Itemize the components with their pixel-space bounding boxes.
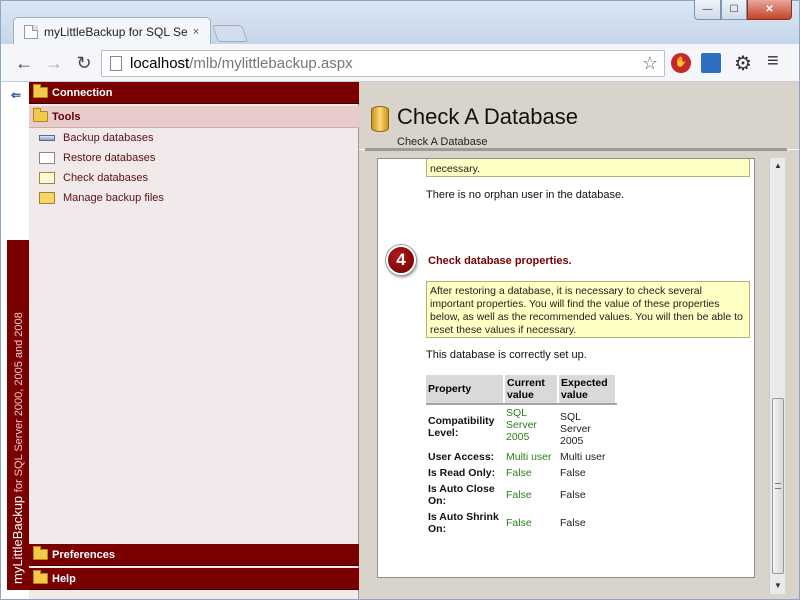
url-host: localhost bbox=[130, 55, 190, 72]
maximize-button[interactable]: ☐ bbox=[721, 0, 747, 20]
sidebar-section-help[interactable]: Help bbox=[29, 568, 359, 590]
property-name: Is Auto Close On: bbox=[428, 483, 495, 507]
section-label: Help bbox=[52, 572, 76, 585]
sidebar: Connection Tools Backup databases Restor… bbox=[29, 82, 359, 599]
sidebar-section-connection[interactable]: Connection bbox=[29, 82, 359, 104]
vertical-brand-banner: myLittleBackup for SQL Server 2000, 2005… bbox=[7, 240, 29, 590]
breadcrumb: Check A Database bbox=[397, 136, 488, 148]
open-folder-icon bbox=[33, 108, 48, 122]
current-value: Multi user bbox=[506, 451, 552, 463]
database-icon bbox=[371, 106, 389, 132]
sidebar-section-tools[interactable]: Tools bbox=[29, 106, 359, 128]
menu-item-label: Restore databases bbox=[63, 152, 156, 164]
window-titlebar: myLittleBackup for SQL Se × bbox=[0, 0, 800, 46]
scroll-up-arrow-icon[interactable]: ▲ bbox=[770, 158, 786, 174]
reload-button[interactable]: ↻ bbox=[73, 52, 95, 74]
section-label: Preferences bbox=[52, 548, 115, 561]
database-status: This database is correctly set up. bbox=[426, 349, 587, 361]
table-row: Compatibility Level: SQL Server 2005 SQL… bbox=[426, 404, 616, 449]
document-icon bbox=[110, 56, 122, 71]
collapse-arrow-icon[interactable]: ⇐ bbox=[11, 88, 21, 102]
grip-icon bbox=[775, 483, 781, 489]
property-name: Compatibility Level: bbox=[428, 415, 495, 439]
url-path: /mlb/mylittlebackup.aspx bbox=[189, 55, 353, 72]
orphan-user-status: There is no orphan user in the database. bbox=[426, 189, 625, 201]
table-header-row: Property Current value Expected value bbox=[426, 375, 617, 405]
content-frame: necessary. There is no orphan user in th… bbox=[377, 158, 755, 578]
step-info-note: After restoring a database, it is necess… bbox=[426, 281, 750, 338]
adblock-extension-icon[interactable]: ✋ bbox=[671, 53, 691, 73]
property-name: Is Read Only: bbox=[428, 467, 496, 479]
close-window-button[interactable]: ✕ bbox=[747, 0, 792, 20]
previous-step-note: necessary. bbox=[426, 159, 750, 177]
browser-menu-icon[interactable]: ≡ bbox=[767, 50, 779, 73]
tab-title: myLittleBackup for SQL Se bbox=[44, 25, 188, 39]
browser-tab[interactable]: myLittleBackup for SQL Se × bbox=[13, 17, 211, 46]
page-icon bbox=[24, 25, 38, 39]
back-button[interactable]: ← bbox=[13, 52, 35, 74]
expected-value: False bbox=[560, 517, 586, 529]
property-name: Is Auto Shrink On: bbox=[428, 511, 499, 535]
menu-item-label: Backup databases bbox=[63, 132, 154, 144]
forward-button[interactable]: → bbox=[43, 52, 65, 74]
menu-item-restore-databases[interactable]: Restore databases bbox=[39, 149, 155, 167]
current-value: False bbox=[506, 517, 532, 529]
main-panel: Check A Database Check A Database necess… bbox=[359, 82, 799, 599]
menu-item-manage-backup-files[interactable]: Manage backup files bbox=[39, 189, 164, 207]
brand-name: myLittleBackup bbox=[10, 495, 25, 584]
property-name: User Access: bbox=[428, 451, 495, 463]
expected-value: SQL Server 2005 bbox=[560, 411, 591, 447]
close-tab-icon[interactable]: × bbox=[188, 26, 204, 38]
expected-value: False bbox=[560, 467, 586, 479]
sidebar-section-preferences[interactable]: Preferences bbox=[29, 544, 359, 566]
column-header: Expected value bbox=[558, 375, 617, 405]
settings-gear-icon[interactable]: ⚙ bbox=[734, 51, 752, 76]
web-page: ⇐ myLittleBackup for SQL Server 2000, 20… bbox=[0, 82, 800, 600]
menu-item-label: Manage backup files bbox=[63, 192, 164, 204]
brand-subtitle: for SQL Server 2000, 2005 and 2008 bbox=[13, 312, 25, 493]
restore-icon bbox=[39, 152, 55, 164]
properties-table: Property Current value Expected value Co… bbox=[426, 375, 617, 537]
check-icon bbox=[39, 172, 55, 184]
scrollbar-thumb[interactable] bbox=[772, 398, 784, 574]
minimize-button[interactable]: — bbox=[694, 0, 721, 20]
header-divider bbox=[365, 148, 787, 151]
menu-item-backup-databases[interactable]: Backup databases bbox=[39, 129, 154, 147]
vertical-scrollbar[interactable]: ▲ ▼ bbox=[769, 158, 785, 594]
folder-icon bbox=[33, 570, 48, 584]
current-value: False bbox=[506, 489, 532, 501]
browser-toolbar: ← → ↻ localhost/mlb/mylittlebackup.aspx … bbox=[0, 44, 800, 82]
column-header: Current value bbox=[504, 375, 559, 405]
table-row: User Access: Multi user Multi user bbox=[426, 449, 616, 465]
backup-icon bbox=[39, 135, 55, 141]
page-title: Check A Database bbox=[397, 104, 579, 129]
table-row: Is Read Only: False False bbox=[426, 465, 616, 481]
menu-item-check-databases[interactable]: Check databases bbox=[39, 169, 148, 187]
menu-item-label: Check databases bbox=[63, 172, 148, 184]
main-header: Check A Database Check A Database bbox=[359, 82, 799, 151]
section-label: Connection bbox=[52, 86, 113, 99]
expected-value: Multi user bbox=[560, 451, 606, 463]
table-row: Is Auto Shrink On: False False bbox=[426, 509, 616, 537]
step-number-badge: 4 bbox=[386, 245, 416, 275]
folder-icon bbox=[33, 84, 48, 98]
files-icon bbox=[39, 192, 55, 204]
table-row: Is Auto Close On: False False bbox=[426, 481, 616, 509]
scroll-down-arrow-icon[interactable]: ▼ bbox=[770, 578, 786, 594]
left-rail: ⇐ myLittleBackup for SQL Server 2000, 20… bbox=[1, 82, 29, 599]
screenshot-extension-icon[interactable] bbox=[701, 53, 721, 73]
column-header: Property bbox=[426, 375, 505, 405]
address-bar[interactable]: localhost/mlb/mylittlebackup.aspx ☆ bbox=[101, 50, 665, 77]
bookmark-star-icon[interactable]: ☆ bbox=[642, 53, 658, 74]
current-value: SQL Server 2005 bbox=[506, 407, 537, 443]
new-tab-button[interactable] bbox=[211, 25, 249, 42]
step-title: Check database properties. bbox=[428, 255, 572, 267]
expected-value: False bbox=[560, 489, 586, 501]
folder-icon bbox=[33, 546, 48, 560]
section-label: Tools bbox=[52, 110, 81, 123]
current-value: False bbox=[506, 467, 532, 479]
